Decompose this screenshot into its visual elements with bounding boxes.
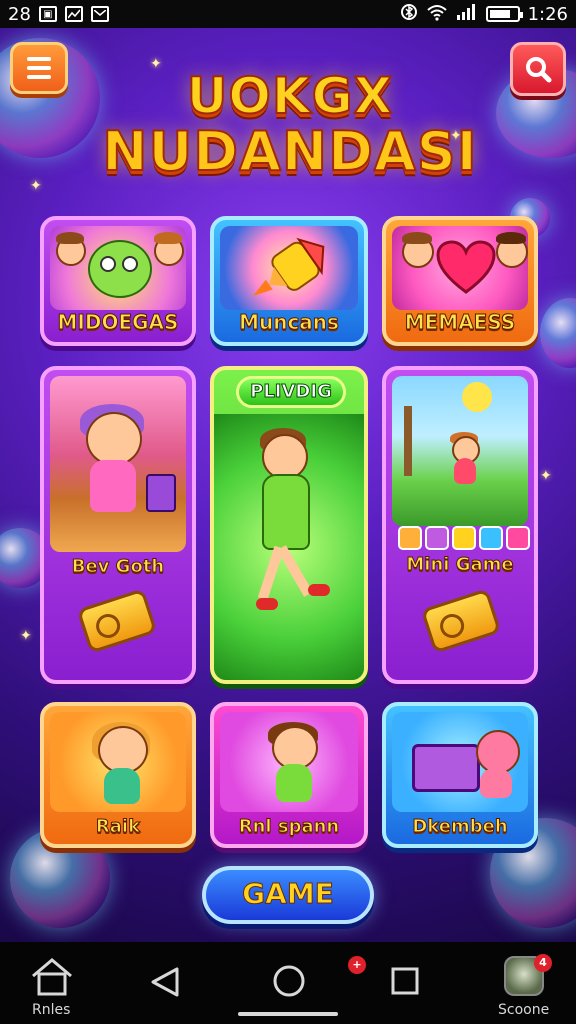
card-muncans[interactable]: Muncans bbox=[210, 216, 368, 346]
mail-icon bbox=[90, 6, 109, 22]
color-tokens bbox=[398, 526, 530, 550]
card-art bbox=[220, 226, 358, 310]
sparkle-icon: ✦ bbox=[30, 178, 42, 194]
card-art bbox=[50, 712, 186, 812]
navigation-bar: Rnles + 4 Scoone bbox=[0, 942, 576, 1024]
card-art bbox=[392, 712, 528, 812]
card-title: Bev Goth bbox=[71, 556, 165, 578]
back-button[interactable] bbox=[150, 966, 180, 1002]
ticket-icon bbox=[420, 588, 502, 654]
home-nav-button[interactable] bbox=[30, 956, 74, 1000]
home-circle-icon bbox=[273, 965, 305, 997]
play-badge[interactable]: PLIVDIG bbox=[236, 376, 346, 408]
card-midoegas[interactable]: MIDOEGAS bbox=[40, 216, 196, 346]
card-art bbox=[50, 226, 186, 310]
logo-line-2: NUDANDASI bbox=[101, 120, 478, 183]
card-dkembeh[interactable]: Dkembeh bbox=[382, 702, 538, 848]
bubble-decoration bbox=[540, 298, 576, 368]
card-memaess[interactable]: MEMAESS bbox=[382, 216, 538, 346]
heart-icon bbox=[436, 240, 496, 294]
card-rnl-spann[interactable]: Rnl spann bbox=[210, 702, 368, 848]
game-stage: ✦ ✦ ✦ ✦ ✦ UOKGX NUDANDASI MIDOEGAS Munca… bbox=[0, 28, 576, 942]
card-play-featured[interactable]: PLIVDIG bbox=[210, 366, 368, 684]
sparkle-icon: ✦ bbox=[540, 468, 552, 484]
game-button[interactable]: GAME bbox=[202, 866, 374, 924]
sparkle-icon: ✦ bbox=[20, 628, 32, 644]
card-title: MIDOEGAS bbox=[57, 310, 179, 335]
home-icon bbox=[32, 958, 72, 996]
card-title: Rnl spann bbox=[238, 816, 340, 838]
image-icon: ▣ bbox=[38, 6, 57, 22]
status-left-text: 28 bbox=[8, 3, 31, 25]
gesture-handle[interactable] bbox=[238, 1012, 338, 1016]
card-title: Mini Game bbox=[406, 554, 514, 576]
palm-tree-icon bbox=[404, 406, 412, 476]
sun-icon bbox=[462, 382, 492, 412]
back-triangle-icon bbox=[151, 967, 179, 997]
status-time: 1:26 bbox=[527, 3, 568, 25]
card-title: MEMAESS bbox=[404, 310, 516, 335]
card-art bbox=[214, 414, 364, 680]
battery-icon bbox=[485, 6, 523, 22]
search-icon bbox=[526, 57, 552, 83]
status-left: 28 ▣ bbox=[8, 4, 109, 25]
status-bar: 28 ▣ 1:26 bbox=[0, 0, 576, 28]
ticket-icon bbox=[76, 588, 158, 654]
card-mini-game[interactable]: Mini Game bbox=[382, 366, 538, 684]
rocket-icon bbox=[252, 237, 325, 297]
recents-square-icon bbox=[391, 967, 419, 995]
card-title: Raik bbox=[95, 816, 141, 838]
battery-fill bbox=[489, 10, 511, 18]
card-bev-goth[interactable]: Bev Goth bbox=[40, 366, 196, 684]
logo-line-1: UOKGX bbox=[186, 67, 394, 125]
treasure-chest-icon bbox=[412, 744, 480, 792]
recents-button[interactable] bbox=[390, 966, 420, 1000]
search-button[interactable] bbox=[510, 42, 566, 96]
card-art bbox=[392, 376, 528, 526]
notification-badge: + bbox=[348, 956, 366, 974]
signal-icon bbox=[456, 3, 478, 26]
card-title: Muncans bbox=[239, 310, 340, 335]
bluetooth-icon bbox=[400, 3, 418, 26]
card-art bbox=[50, 376, 186, 552]
hamburger-icon bbox=[27, 57, 51, 61]
card-raik[interactable]: Raik bbox=[40, 702, 196, 848]
wifi-icon bbox=[426, 3, 448, 26]
card-art bbox=[220, 712, 358, 812]
home-nav-label: Rnles bbox=[32, 1002, 71, 1018]
chart-icon bbox=[64, 6, 83, 22]
cup-icon bbox=[146, 474, 176, 512]
home-circle-button[interactable] bbox=[272, 964, 306, 1002]
game-logo: UOKGX NUDANDASI bbox=[90, 67, 490, 218]
menu-button[interactable] bbox=[10, 42, 68, 94]
status-right: 1:26 bbox=[400, 3, 568, 26]
card-art bbox=[392, 226, 528, 310]
card-title: Dkembeh bbox=[412, 816, 508, 838]
profile-nav-label: Scoone bbox=[498, 1002, 550, 1018]
profile-badge: 4 bbox=[534, 954, 552, 972]
